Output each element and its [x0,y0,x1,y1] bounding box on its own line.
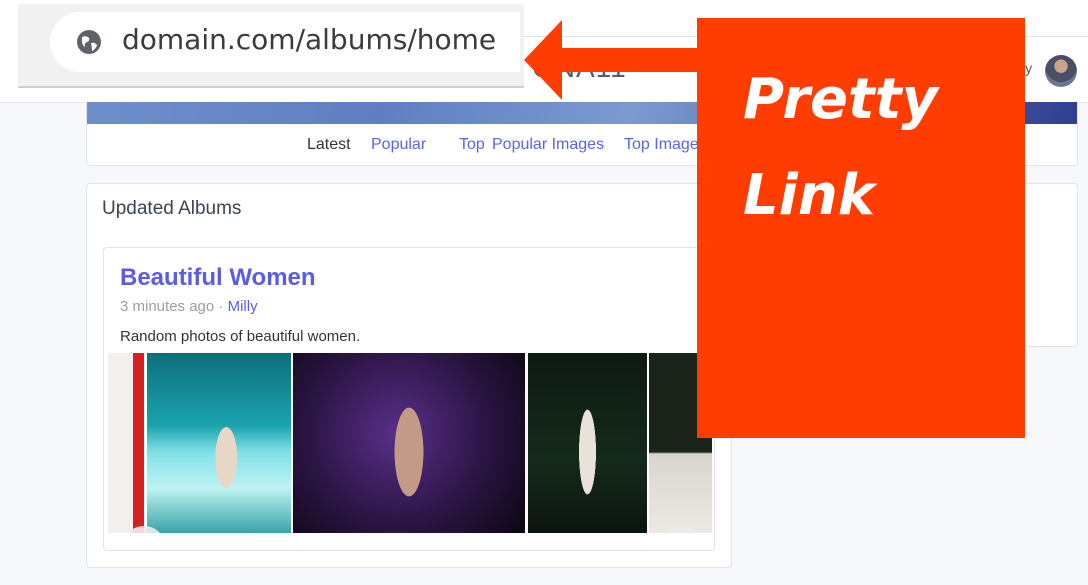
photo-thumbnail[interactable] [108,353,144,533]
tab-top[interactable]: Top [459,136,485,154]
url-field[interactable]: domain.com/albums/home [50,12,520,72]
annotation-callout: Pretty Link [697,18,1025,438]
section-heading: Updated Albums [102,198,242,219]
album-title[interactable]: Beautiful Women [120,264,316,292]
avatar[interactable] [1045,55,1077,87]
tab-popular-images[interactable]: Popular Images [492,136,604,154]
tab-latest[interactable]: Latest [307,136,351,154]
photo-carousel [108,353,712,533]
photo-thumbnail[interactable] [528,353,647,533]
photo-thumbnail[interactable] [293,353,525,533]
annotation-text: Pretty Link [743,67,938,228]
tab-top-images[interactable]: Top Images [624,136,707,154]
arrow-left-icon [524,20,700,100]
album-description: Random photos of beautiful women. [120,328,361,345]
album-time: 3 minutes ago [120,298,215,315]
photo-thumbnail[interactable] [147,353,291,533]
globe-icon [77,30,101,54]
tab-popular[interactable]: Popular [371,136,426,154]
browser-address-bar: domain.com/albums/home [18,4,524,88]
updated-albums-card: Updated Albums Beautiful Women 3 minutes… [86,183,732,568]
url-text[interactable]: domain.com/albums/home [122,23,496,56]
album-meta: 3 minutes ago · Milly [120,298,258,315]
album-author[interactable]: Milly [228,298,258,315]
album-card: Beautiful Women 3 minutes ago · Milly Ra… [103,247,715,551]
meta-separator: · [218,298,224,315]
